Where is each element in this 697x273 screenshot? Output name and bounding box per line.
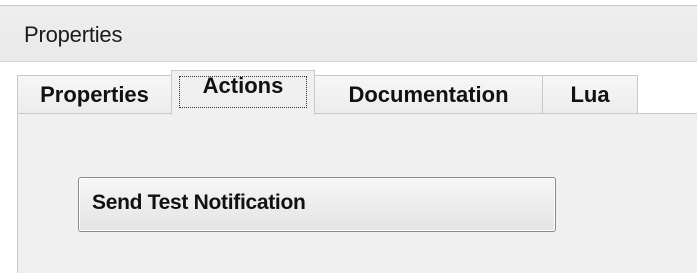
tab-actions[interactable]: Actions — [171, 70, 315, 115]
send-test-notification-button[interactable]: Send Test Notification — [78, 177, 556, 232]
tab-documentation-label: Documentation — [348, 82, 509, 107]
tab-documentation[interactable]: Documentation — [314, 75, 543, 113]
tab-properties-label: Properties — [40, 82, 149, 107]
tab-actions-label: Actions — [202, 73, 284, 98]
panel-title: Properties — [24, 22, 123, 47]
tab-strip: Properties Actions Documentation Lua — [17, 62, 697, 115]
tab-lua[interactable]: Lua — [542, 75, 638, 113]
panel-title-bar: Properties — [0, 6, 697, 62]
actions-tab-page: Send Test Notification — [17, 113, 697, 273]
send-test-notification-label: Send Test Notification — [92, 191, 306, 214]
tab-properties[interactable]: Properties — [17, 75, 172, 113]
panel-body: Properties Actions Documentation Lua Sen… — [0, 62, 697, 273]
tab-lua-label: Lua — [570, 82, 610, 107]
